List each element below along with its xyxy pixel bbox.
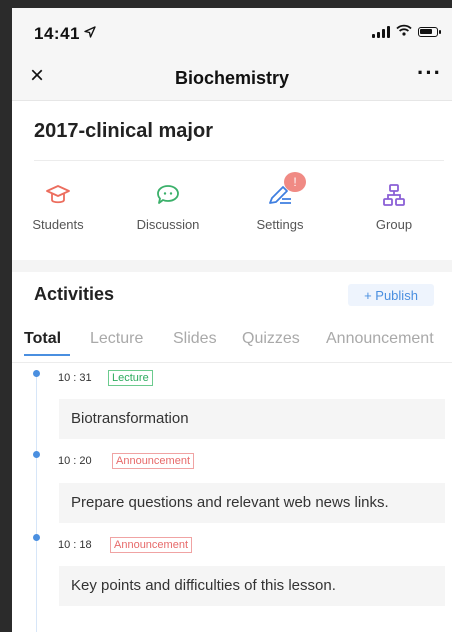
activity-tabs: Total Lecture Slides Quizzes Announcemen… [24, 330, 452, 360]
status-bar: 14:41 [12, 8, 452, 54]
tab-total[interactable]: Total [24, 330, 61, 348]
tabs-divider [12, 362, 452, 363]
activity-time: 10 : 20 [58, 455, 92, 467]
cellular-signal-icon [372, 26, 390, 38]
more-options-icon[interactable]: ··· [417, 60, 442, 86]
activity-time: 10 : 31 [58, 372, 92, 384]
tab-lecture[interactable]: Lecture [90, 330, 143, 348]
timeline-dot [33, 451, 40, 458]
settings-button[interactable]: ! Settings [230, 172, 330, 232]
wifi-icon [396, 23, 412, 41]
status-icons [372, 23, 441, 41]
students-button[interactable]: Students [12, 183, 108, 232]
graduation-cap-icon [12, 183, 108, 207]
timeline-dot [33, 370, 40, 377]
notification-badge: ! [284, 172, 306, 192]
active-tab-indicator [24, 354, 70, 356]
location-arrow-icon [84, 25, 96, 43]
class-name: 2017-clinical major [34, 120, 213, 142]
tab-slides[interactable]: Slides [173, 330, 217, 348]
students-label: Students [32, 217, 84, 232]
group-tree-icon [344, 183, 444, 207]
lecture-tag: Lecture [108, 370, 153, 386]
edit-pen-icon [230, 183, 330, 207]
status-time: 14:41 [34, 24, 80, 43]
chat-bubble-icon [118, 183, 218, 207]
discussion-label: Discussion [136, 217, 200, 232]
settings-label: Settings [256, 217, 304, 232]
phone-screen: 14:41 × Biochemistry ··· 2017-clinical m… [12, 8, 452, 632]
divider [34, 160, 444, 161]
timeline-dot [33, 534, 40, 541]
group-label: Group [375, 217, 413, 232]
activity-card[interactable]: Biotransformation [59, 399, 445, 439]
timeline-line [36, 370, 37, 632]
activity-time: 10 : 18 [58, 539, 92, 551]
section-separator [12, 260, 452, 272]
announcement-tag: Announcement [110, 537, 192, 553]
activity-card[interactable]: Key points and difficulties of this less… [59, 566, 445, 606]
announcement-tag: Announcement [112, 453, 194, 469]
activities-heading: Activities [34, 284, 115, 304]
battery-icon [418, 27, 441, 37]
tab-quizzes[interactable]: Quizzes [242, 330, 300, 348]
activity-card[interactable]: Prepare questions and relevant web news … [59, 483, 445, 523]
tab-announcement[interactable]: Announcement [326, 330, 434, 348]
discussion-button[interactable]: Discussion [118, 183, 218, 232]
navigation-bar: × Biochemistry ··· [12, 54, 452, 101]
page-title: Biochemistry [174, 68, 290, 88]
group-button[interactable]: Group [344, 183, 444, 232]
publish-button[interactable]: + Publish [348, 284, 434, 306]
quick-actions: Students Discussion ! Settings Group [12, 172, 452, 245]
